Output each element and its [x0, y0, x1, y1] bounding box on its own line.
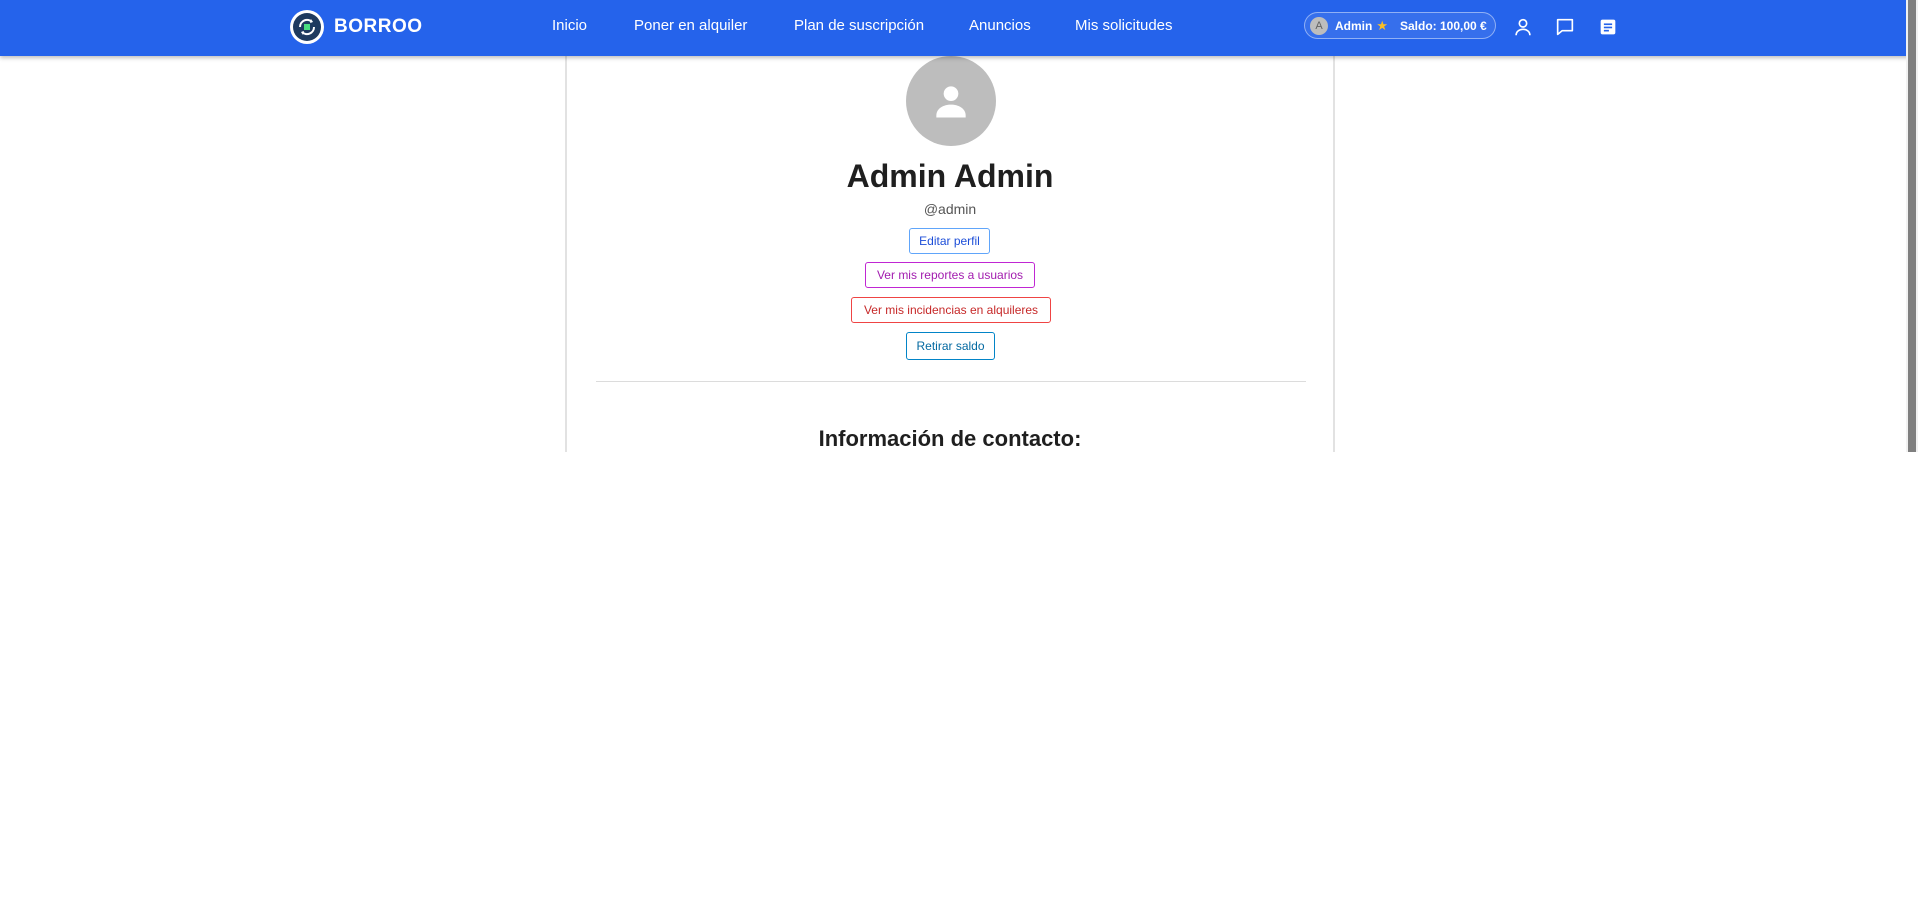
- nav-anuncios[interactable]: Anuncios: [969, 17, 1031, 34]
- nav-poner-en-alquiler[interactable]: Poner en alquiler: [634, 17, 747, 34]
- withdraw-balance-button[interactable]: Retirar saldo: [906, 332, 995, 360]
- brand-name: BORROO: [334, 16, 423, 37]
- profile-username: @admin: [923, 201, 977, 217]
- chat-icon[interactable]: [1554, 16, 1576, 38]
- notes-icon[interactable]: [1597, 16, 1619, 38]
- edit-profile-button[interactable]: Editar perfil: [909, 228, 990, 254]
- vertical-scrollbar[interactable]: [1906, 0, 1918, 452]
- person-icon: [936, 86, 966, 118]
- section-divider: [596, 381, 1306, 382]
- top-navbar: BORROO Inicio Poner en alquiler Plan de …: [0, 0, 1914, 56]
- profile-icon[interactable]: [1512, 16, 1534, 38]
- view-rental-incidents-button[interactable]: Ver mis incidencias en alquileres: [851, 297, 1051, 323]
- nav-inicio[interactable]: Inicio: [552, 17, 587, 34]
- user-balance: Saldo: 100,00 €: [1400, 18, 1487, 33]
- user-avatar: A: [1310, 16, 1328, 35]
- user-name: Admin: [1335, 18, 1373, 33]
- star-icon: ★: [1376, 18, 1388, 33]
- profile-full-name: Admin Admin: [846, 158, 1054, 194]
- user-balance-pill[interactable]: A Admin ★ Saldo: 100,00 €: [1304, 12, 1496, 39]
- profile-card: Admin Admin @admin Editar perfil Ver mis…: [565, 56, 1335, 452]
- scrollbar-thumb[interactable]: [1908, 0, 1916, 452]
- contact-info-title: Información de contacto:: [818, 426, 1082, 451]
- nav-mis-solicitudes[interactable]: Mis solicitudes: [1075, 17, 1173, 34]
- brand-logo-icon: [290, 10, 324, 44]
- page-viewport: Admin Admin @admin Editar perfil Ver mis…: [0, 0, 1918, 452]
- nav-plan-suscripcion[interactable]: Plan de suscripción: [794, 17, 924, 34]
- profile-avatar: [906, 56, 996, 146]
- brand-home-link[interactable]: BORROO: [290, 10, 423, 44]
- view-user-reports-button[interactable]: Ver mis reportes a usuarios: [865, 262, 1035, 288]
